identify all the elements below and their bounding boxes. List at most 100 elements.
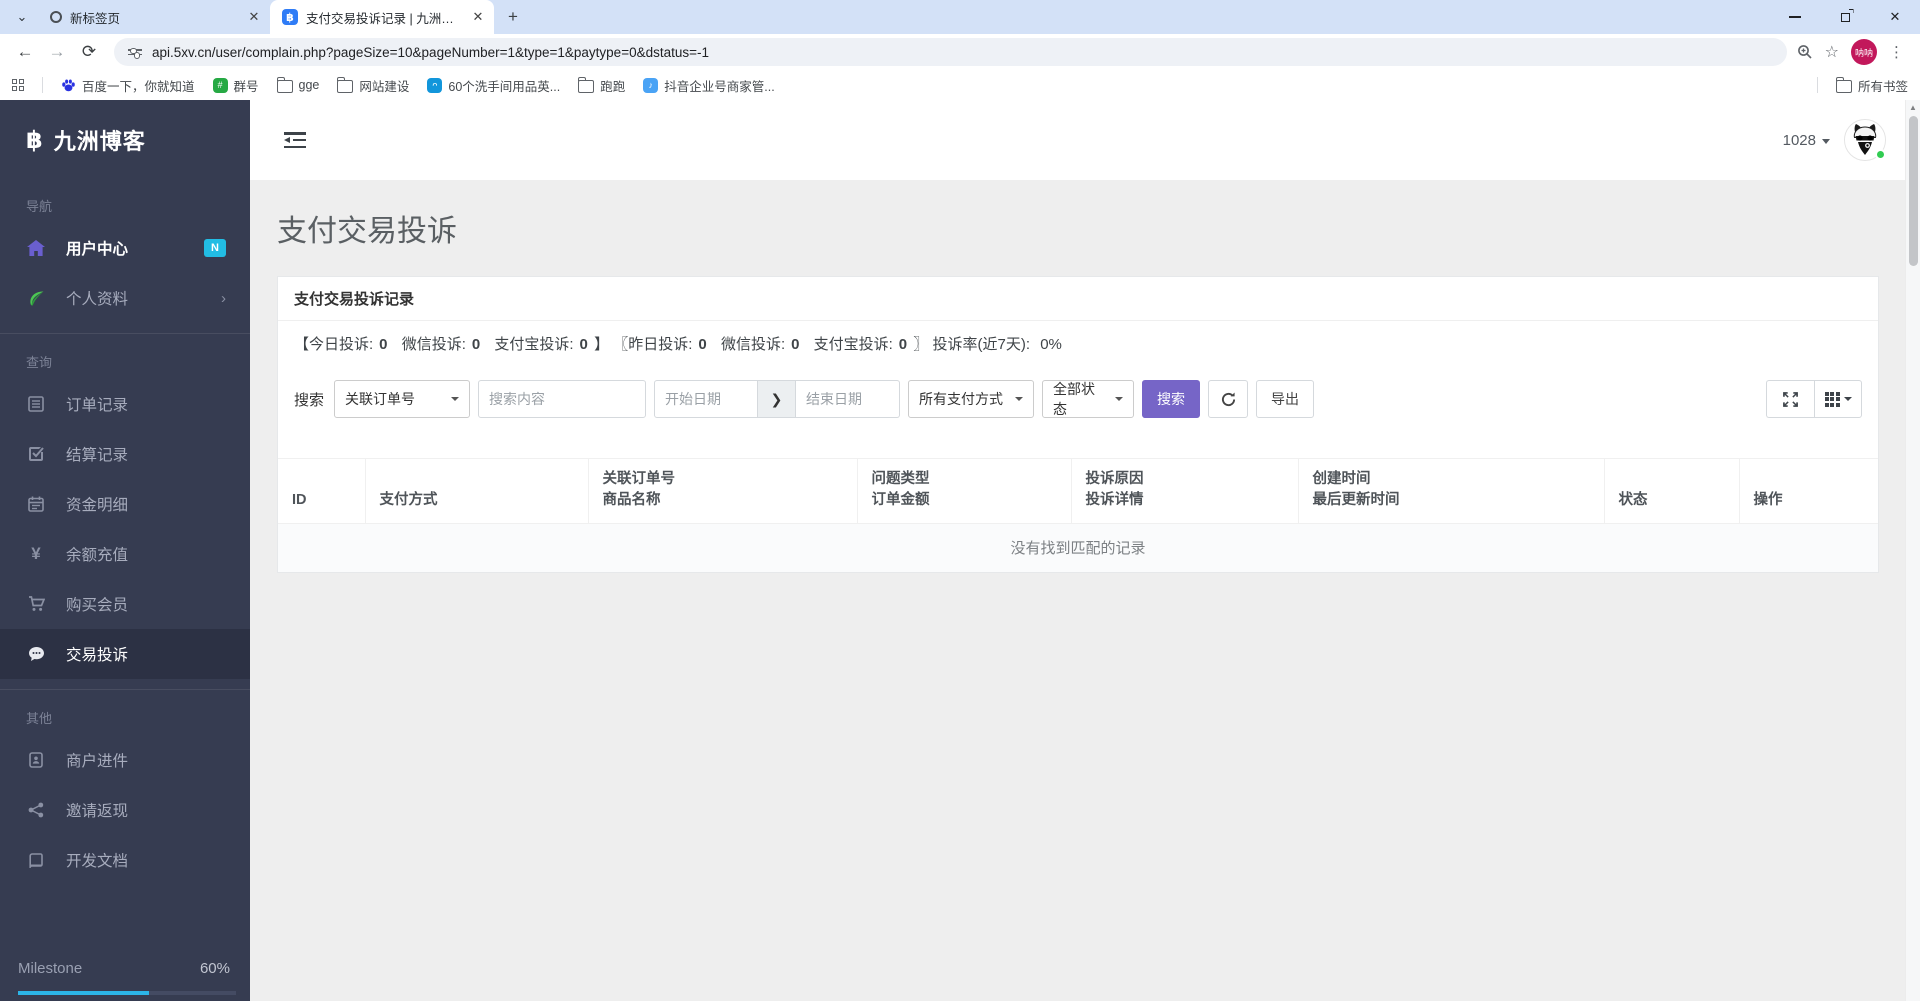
order-list-icon [26,396,46,412]
leaf-icon [26,290,46,307]
bookmark-paopao[interactable]: 跑跑 [578,76,625,95]
all-bookmarks[interactable]: 所有书签 [1835,76,1908,95]
chrome-menu-icon[interactable]: ⋮ [1889,43,1904,61]
url-text[interactable]: api.5xv.cn/user/complain.php?pageSize=10… [152,45,709,60]
minimize-button[interactable] [1770,0,1820,34]
tab-favicon [50,11,62,23]
sidebar-item-order-records[interactable]: 订单记录 [0,379,250,429]
milestone-label: Milestone [18,960,83,977]
folder-icon [337,76,354,93]
bookmark-gge[interactable]: gge [276,76,319,93]
close-button[interactable]: ✕ [1870,0,1920,34]
page-scrollbar[interactable]: ▲ [1905,100,1920,1001]
sidebar-item-merchant-onboarding[interactable]: 商户进件 [0,735,250,785]
user-id-dropdown[interactable]: 1028 [1783,132,1830,149]
brand-logo[interactable]: ฿ 九洲博客 [0,100,250,180]
end-date-input[interactable] [796,380,901,418]
sidebar-collapse-icon[interactable] [284,132,306,148]
table-tools [1766,380,1862,418]
douyin-icon: ♪ [643,77,659,93]
comment-icon [26,646,46,662]
tab-close-icon[interactable]: ✕ [246,9,262,25]
search-keyword-input[interactable] [478,380,647,418]
divider [0,689,250,690]
search-button[interactable]: 搜索 [1142,380,1201,418]
forward-icon[interactable]: → [42,37,72,67]
avatar[interactable] [1844,119,1886,161]
col-pay-method: 支付方式 [364,457,588,525]
brand-icon: ฿ [26,126,44,154]
sidebar-item-transaction-complaints[interactable]: 交易投诉 [0,629,250,679]
bookmarks-bar: 百度一下，你就知道 # 群号 gge 网站建设 ᴖ 60个洗手间用品英... 跑… [0,70,1920,100]
export-button[interactable]: 导出 [1256,380,1315,418]
baidu-paw-icon [62,79,75,91]
tab-new-tab[interactable]: 新标签页 ✕ [38,0,270,34]
chevron-right-icon: › [221,289,226,307]
sidebar-item-invite-cashback[interactable]: 邀请返现 [0,785,250,835]
col-complaint-reason: 投诉原因 投诉详情 [1070,457,1298,525]
browser-toolbar: ← → ⟳ api.5xv.cn/user/complain.php?pageS… [0,34,1920,70]
sidebar-item-balance-recharge[interactable]: ¥ 余额充值 [0,529,250,579]
status-select[interactable]: 全部状态 [1042,380,1135,418]
tab-complaints-active[interactable]: ฿ 支付交易投诉记录 | 九洲博客 ✕ [270,0,494,34]
start-date-input[interactable] [654,380,759,418]
page-title: 支付交易投诉 [277,215,457,248]
complaint-stats: 【今日投诉: 0 微信投诉: 0 支付宝投诉: 0 】 〖昨日投诉: 0 微信投诉: 0 … [294,336,1062,353]
page-content: 支付交易投诉 支付交易投诉记录 【今日投诉: 0 微信投诉: 0 支付宝投诉: 0 】… [250,180,1920,1001]
tab-close-icon[interactable]: ✕ [470,9,486,25]
tab-title: 支付交易投诉记录 | 九洲博客 [306,11,462,26]
sidebar-item-user-center[interactable]: 用户中心 N [0,223,250,273]
yen-icon: ¥ [31,544,41,563]
sidebar-item-dev-docs[interactable]: 开发文档 [0,835,250,885]
restore-button[interactable] [1820,0,1870,34]
columns-dropdown-icon[interactable] [1814,380,1862,418]
id-card-icon [26,752,46,768]
divider [0,333,250,334]
app-topbar: 1028 [250,100,1920,180]
apps-grid-icon[interactable] [12,79,24,91]
address-bar[interactable]: api.5xv.cn/user/complain.php?pageSize=10… [114,38,1787,66]
date-range-arrow-button[interactable]: ❯ [758,380,797,418]
bookmark-website[interactable]: 网站建设 [337,76,409,95]
empty-state-text: 没有找到匹配的记录 [278,523,1878,573]
status-badge: N [204,239,226,257]
fullscreen-icon[interactable] [1766,380,1814,418]
card-title: 支付交易投诉记录 [294,291,415,308]
site-settings-icon[interactable] [128,47,142,58]
bookmark-baidu[interactable]: 百度一下，你就知道 [61,76,195,95]
scrollbar-up-arrow[interactable]: ▲ [1906,103,1920,112]
folder-icon [1835,76,1852,93]
sidebar: ฿ 九洲博客 导航 用户中心 N 个人资料 › 查询 订单记录 结算记录 资金明… [0,100,250,1001]
bookmark-douyin[interactable]: ♪ 抖音企业号商家管... [643,76,775,95]
tab-search-icon[interactable]: ⌄ [8,3,36,31]
toolbar-right: ☆ 呐呐 ⋮ [1797,39,1910,65]
new-tab-button[interactable]: + [500,4,526,30]
milestone: Milestone 60% [0,960,250,1001]
scrollbar-thumb[interactable] [1908,116,1918,266]
chevron-down-icon [451,397,460,401]
col-problem-type: 问题类型 订单金额 [856,457,1071,525]
folder-icon [276,76,293,93]
sidebar-item-profile[interactable]: 个人资料 › [0,273,250,323]
bookmark-star-icon[interactable]: ☆ [1825,42,1839,62]
tab-title: 新标签页 [70,11,121,26]
bookmark-qun[interactable]: # 群号 [212,76,259,95]
pay-type-select[interactable]: 所有支付方式 [908,380,1035,418]
home-icon [26,240,46,256]
back-icon[interactable]: ← [10,37,40,67]
bookmark-washroom[interactable]: ᴖ 60个洗手间用品英... [427,76,560,95]
sidebar-item-settlement-records[interactable]: 结算记录 [0,429,250,479]
browser-profile-avatar[interactable]: 呐呐 [1851,39,1877,65]
zoom-icon[interactable] [1797,44,1813,60]
reload-icon[interactable]: ⟳ [74,37,104,67]
search-field-select[interactable]: 关联订单号 [334,380,471,418]
empty-state-row: 没有找到匹配的记录 [278,523,1878,573]
search-label: 搜索 [294,391,325,409]
sidebar-item-buy-membership[interactable]: 购买会员 [0,579,250,629]
book-icon [26,852,46,868]
refresh-button[interactable] [1208,380,1249,418]
sidebar-item-fund-details[interactable]: 资金明细 [0,479,250,529]
section-label-nav: 导航 [26,199,53,214]
folder-icon [578,76,595,93]
col-id: ID [278,457,365,525]
